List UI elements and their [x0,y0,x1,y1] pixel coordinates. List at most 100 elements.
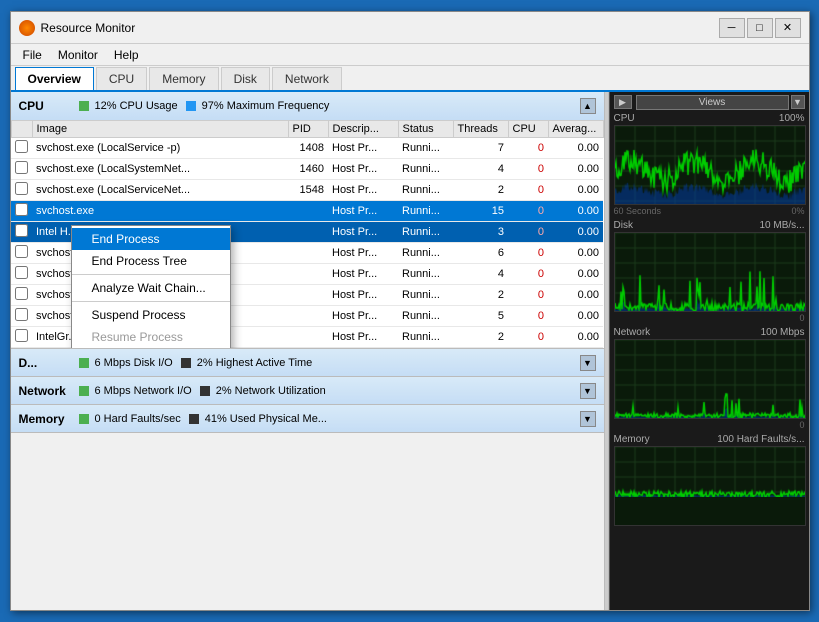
tab-memory[interactable]: Memory [149,67,218,90]
cpu-chart [615,126,806,204]
network-graph-value: 100 Mbps [761,327,805,338]
maximize-button[interactable]: □ [747,18,773,38]
row-check[interactable] [11,285,32,306]
row-avg: 0.00 [548,306,603,327]
network-green-indicator [79,386,89,396]
network-collapse-button[interactable]: ▼ [580,383,596,399]
cpu-blue-indicator [186,101,196,111]
disk-active-stat: 2% Highest Active Time [181,357,313,369]
row-check[interactable] [11,306,32,327]
row-avg: 0.00 [548,285,603,306]
views-dropdown-button[interactable]: ▼ [791,95,805,109]
row-status: Runni... [398,180,453,201]
col-threads[interactable]: Threads [453,121,508,138]
cpu-section: CPU 12% CPU Usage 97% Maximum Frequency … [11,92,604,349]
cpu-section-header[interactable]: CPU 12% CPU Usage 97% Maximum Frequency … [11,92,604,120]
row-status: Runni... [398,306,453,327]
row-cpu: 0 [508,243,548,264]
tab-overview[interactable]: Overview [15,67,94,90]
row-check[interactable] [11,264,32,285]
network-graph-label: Network 100 Mbps [610,326,809,339]
row-desc: Host Pr... [328,222,398,243]
table-row-selected[interactable]: svchost.exe Host Pr... Runni... 15 0 0.0… [11,201,603,222]
menu-help[interactable]: Help [106,46,147,64]
row-cpu: 0 [508,264,548,285]
disk-active-value: 2% Highest Active Time [197,357,313,369]
ctx-end-process[interactable]: End Process [72,228,230,250]
table-row[interactable]: svchost.exe (LocalServiceNet... 1548 Hos… [11,180,603,201]
menu-monitor[interactable]: Monitor [50,46,106,64]
tab-cpu[interactable]: CPU [96,67,147,90]
menu-file[interactable]: File [15,46,50,64]
main-window: Resource Monitor ─ □ ✕ File Monitor Help… [10,11,810,611]
row-check[interactable] [11,222,32,243]
row-pid [288,285,328,306]
network-chart [615,340,806,418]
close-button[interactable]: ✕ [775,18,801,38]
cpu-graph-value: 100% [779,113,805,124]
disk-graph-section: Disk 10 MB/s... 0 [610,219,809,324]
disk-green-indicator [79,358,89,368]
row-avg: 0.00 [548,243,603,264]
network-section-title: Network [19,384,79,398]
network-graph-canvas [614,339,806,419]
row-desc: Host Pr... [328,285,398,306]
col-image[interactable]: Image [32,121,288,138]
row-check[interactable] [11,327,32,348]
col-status[interactable]: Status [398,121,453,138]
row-cpu: 0 [508,327,548,348]
row-check[interactable] [11,138,32,159]
row-check[interactable] [11,243,32,264]
cpu-graph-footer-right: 0% [791,206,804,216]
row-check[interactable] [11,159,32,180]
col-desc[interactable]: Descrip... [328,121,398,138]
network-graph-footer-right: 0 [799,420,804,430]
row-check[interactable] [11,201,32,222]
cpu-collapse-button[interactable]: ▲ [580,98,596,114]
row-desc: Host Pr... [328,159,398,180]
ctx-suspend-process[interactable]: Suspend Process [72,304,230,326]
views-button[interactable]: Views [636,95,789,110]
row-pid: 1408 [288,138,328,159]
row-desc: Host Pr... [328,327,398,348]
row-desc: Host Pr... [328,264,398,285]
row-avg: 0.00 [548,201,603,222]
table-row[interactable]: svchost.exe (LocalService -p) 1408 Host … [11,138,603,159]
row-avg: 0.00 [548,264,603,285]
row-check[interactable] [11,180,32,201]
col-avg[interactable]: Averag... [548,121,603,138]
row-avg: 0.00 [548,180,603,201]
col-cpu[interactable]: CPU [508,121,548,138]
row-threads: 6 [453,243,508,264]
row-desc: Host Pr... [328,180,398,201]
memory-graph-value: 100 Hard Faults/s... [717,434,804,445]
row-avg: 0.00 [548,222,603,243]
row-avg: 0.00 [548,327,603,348]
disk-section-header[interactable]: D... 6 Mbps Disk I/O 2% Highest Active T… [11,349,604,377]
ctx-end-process-tree[interactable]: End Process Tree [72,250,230,272]
row-image: svchost.exe (LocalSystemNet... [32,159,288,180]
ctx-resume-process: Resume Process [72,326,230,348]
memory-section-header[interactable]: Memory 0 Hard Faults/sec 41% Used Physic… [11,405,604,433]
minimize-button[interactable]: ─ [719,18,745,38]
expand-button[interactable]: ▶ [614,95,632,109]
tab-network[interactable]: Network [272,67,342,90]
memory-collapse-button[interactable]: ▼ [580,411,596,427]
row-cpu: 0 [508,201,548,222]
cpu-graph-section: CPU 100% 60 Seconds 0% [610,112,809,217]
row-threads: 4 [453,159,508,180]
memory-section-stats: 0 Hard Faults/sec 41% Used Physical Me..… [79,413,580,425]
disk-io-value: 6 Mbps Disk I/O [95,357,173,369]
ctx-analyze-wait-chain[interactable]: Analyze Wait Chain... [72,277,230,299]
cpu-graph-label: CPU 100% [610,112,809,125]
graph-panel-header: ▶ Views ▼ [610,92,809,112]
menu-bar: File Monitor Help [11,44,809,66]
memory-faults-value: 0 Hard Faults/sec [95,413,181,425]
memory-chart [615,447,806,497]
disk-collapse-button[interactable]: ▼ [580,355,596,371]
row-pid [288,222,328,243]
network-section-header[interactable]: Network 6 Mbps Network I/O 2% Network Ut… [11,377,604,405]
tab-disk[interactable]: Disk [221,67,270,90]
table-row[interactable]: svchost.exe (LocalSystemNet... 1460 Host… [11,159,603,180]
col-pid[interactable]: PID [288,121,328,138]
